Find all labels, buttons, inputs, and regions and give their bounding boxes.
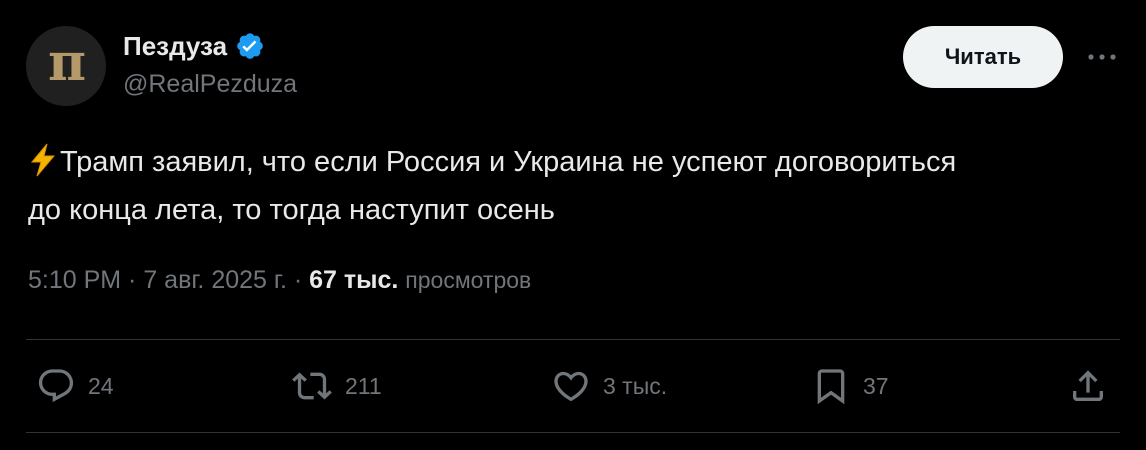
follow-button[interactable]: Читать — [903, 26, 1063, 88]
repost-button[interactable]: 211 — [291, 364, 382, 408]
reply-button[interactable]: 24 — [36, 364, 114, 408]
tweet-text-line2: до конца лета, то тогда наступит осень — [28, 194, 555, 226]
display-name[interactable]: Пездуза — [123, 31, 227, 62]
reply-count: 24 — [88, 372, 114, 399]
views-count: 67 тыс. — [309, 266, 399, 294]
bookmark-icon — [817, 369, 845, 405]
lightning-icon — [30, 143, 56, 177]
repost-count: 211 — [345, 372, 382, 399]
share-icon — [1073, 370, 1103, 401]
like-count: 3 тыс. — [603, 372, 668, 399]
tweet-text-line: Трамп заявил, что если Россия и Украина … — [28, 138, 1128, 186]
tweet-time[interactable]: 5:10 PM — [28, 266, 121, 294]
repost-icon — [292, 372, 332, 400]
like-icon — [554, 371, 588, 402]
like-button[interactable]: 3 тыс. — [551, 364, 667, 408]
avatar[interactable]: п — [26, 26, 106, 106]
author-name-row: Пездуза — [123, 28, 265, 64]
divider — [26, 432, 1120, 433]
author-handle[interactable]: @RealPezduza — [123, 70, 297, 99]
meta-separator: · — [121, 266, 144, 294]
more-icon[interactable] — [1084, 44, 1120, 70]
bookmark-button[interactable]: 37 — [811, 364, 889, 408]
meta-separator: · — [286, 266, 310, 294]
tweet-text: Трамп заявил, что если Россия и Украина … — [28, 138, 1128, 234]
bookmark-count: 37 — [863, 372, 889, 399]
tweet-date[interactable]: 7 авг. 2025 г. — [143, 266, 287, 294]
share-button[interactable] — [1068, 364, 1108, 408]
verified-badge-icon[interactable] — [235, 31, 265, 61]
tweet-meta: 5:10 PM · 7 авг. 2025 г. · 67 тыс. просм… — [28, 266, 531, 295]
tweet-text-line1: Трамп заявил, что если Россия и Украина … — [60, 146, 957, 178]
avatar-logo: п — [47, 32, 86, 93]
divider — [26, 339, 1120, 340]
reply-icon — [38, 369, 74, 403]
views-label: просмотров — [405, 267, 532, 293]
